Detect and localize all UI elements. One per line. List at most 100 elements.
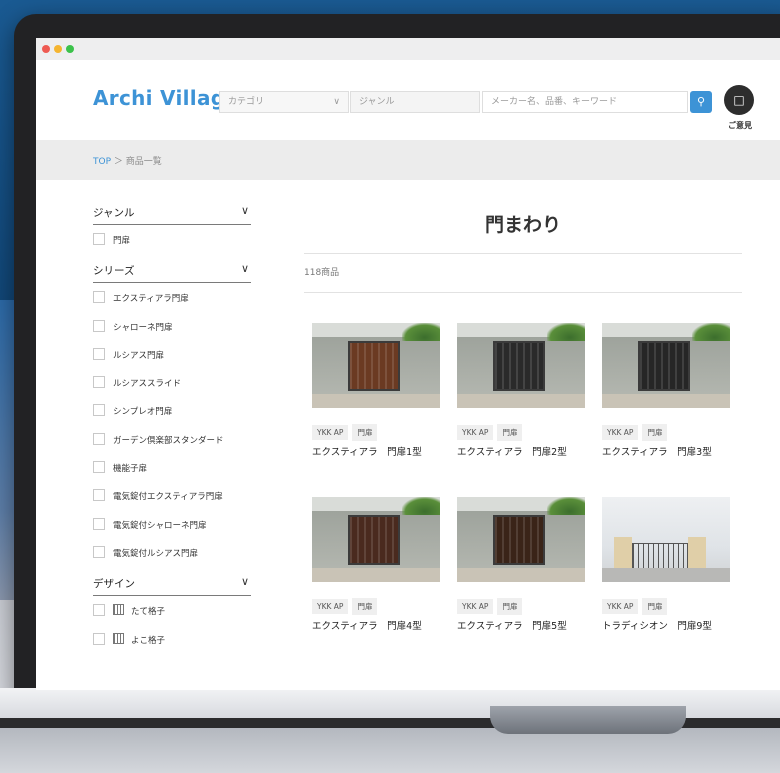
product-card[interactable]: YKK AP 門扉 エクスティアラ 門扉1型 [312,323,440,458]
filter-item[interactable]: 機能子扉 [93,461,251,489]
filter-label: 電気錠付ルシアス門扉 [113,548,199,559]
maximize-window-dot[interactable] [66,45,74,53]
site-header: Archi Village カテゴリ ∨ ジャンル メーカー名、品番、キーワード… [36,60,780,140]
breadcrumb-current: 商品一覧 [125,157,162,167]
product-card[interactable]: YKK AP 門扉 エクスティアラ 門扉2型 [457,323,585,458]
product-image[interactable] [312,497,440,582]
filter-section-genre[interactable]: ジャンル ∨ [93,203,251,225]
gate-graphic [348,341,400,391]
filter-label: 電気錠付シャローネ門扉 [113,520,207,531]
filter-label: たて格子 [131,607,166,618]
filter-item[interactable]: ルシアス門扉 [93,347,251,376]
filter-section-title: シリーズ [93,265,135,278]
gate-graphic [638,341,690,391]
filter-sidebar: ジャンル ∨ 門扉 シリーズ ∨ エクスティアラ門扉 シャローネ門扉 ルシアス門… [93,203,251,661]
filter-item[interactable]: シャローネ門扉 [93,319,251,348]
checkbox[interactable] [93,432,105,445]
checkbox[interactable] [93,233,105,245]
checkbox[interactable] [93,545,105,558]
keyword-input[interactable]: メーカー名、品番、キーワード [482,91,688,113]
chevron-down-icon: ∨ [240,204,249,217]
filter-label: ガーデン倶楽部スタンダード [113,435,224,446]
filter-item[interactable]: ルシアススライド [93,376,251,404]
product-list: 門まわり 118商品 YKK AP 門扉 エクスティアラ 門扉1型 YKK AP… [304,203,742,690]
chat-bubble-icon: □ [733,93,745,107]
filter-label: 機能子扉 [113,464,148,475]
product-name[interactable]: エクスティアラ 門扉5型 [457,618,585,632]
laptop-screen: Archi Village カテゴリ ∨ ジャンル メーカー名、品番、キーワード… [36,38,780,690]
keyword-placeholder: メーカー名、品番、キーワード [491,97,618,107]
maker-tag: YKK AP [312,425,349,440]
genre-tag: 門扉 [352,424,378,441]
filter-label: 門扉 [113,236,131,246]
product-card[interactable]: YKK AP 門扉 エクスティアラ 門扉5型 [457,497,585,632]
filter-section-design[interactable]: デザイン ∨ [93,574,251,597]
checkbox[interactable] [93,632,105,645]
filter-item[interactable]: エクスティアラ門扉 [93,291,251,319]
filter-label: ルシアススライド [113,379,182,390]
filter-item[interactable]: 門扉 [93,233,251,261]
chevron-down-icon: ∨ [333,97,340,107]
horizontal-lattice-icon [113,632,124,644]
product-name[interactable]: エクスティアラ 門扉4型 [312,618,440,632]
filter-item[interactable]: 電気錠付ルシアス門扉 [93,545,251,574]
product-image[interactable] [457,497,585,582]
page-title: 門まわり [484,214,561,236]
filter-label: エクスティアラ門扉 [113,294,189,305]
product-card[interactable]: YKK AP 門扉 エクスティアラ 門扉3型 [602,323,730,458]
product-image[interactable] [602,497,730,582]
close-window-dot[interactable] [42,45,50,53]
laptop-notch [490,706,686,734]
product-card[interactable]: YKK AP 門扉 エクスティアラ 門扉4型 [312,497,440,632]
product-name[interactable]: トラディシオン 門扉9型 [602,618,730,632]
genre-input[interactable]: ジャンル [350,91,480,113]
filter-label: シンプレオ門扉 [113,407,173,418]
filter-item[interactable]: たて格子 [93,604,251,632]
category-select[interactable]: カテゴリ ∨ [219,91,349,113]
checkbox[interactable] [93,404,105,417]
breadcrumb-top-link[interactable]: TOP [93,157,111,167]
maker-tag: YKK AP [602,425,639,440]
filter-label: ルシアス門扉 [113,350,165,361]
breadcrumb-bar: TOP ＞ 商品一覧 [36,140,780,180]
filter-item[interactable]: 電気錠付エクスティアラ門扉 [93,489,251,517]
gate-graphic [493,341,545,391]
filter-label: シャローネ門扉 [113,322,173,333]
product-name[interactable]: エクスティアラ 門扉1型 [312,444,440,458]
checkbox[interactable] [93,517,105,530]
filter-label: 電気錠付エクスティアラ門扉 [113,492,223,503]
genre-tag: 門扉 [497,598,523,615]
genre-tag: 門扉 [642,598,668,615]
gate-graphic [493,515,545,565]
checkbox[interactable] [93,604,105,617]
genre-tag: 門扉 [352,598,378,615]
breadcrumb: TOP ＞ 商品一覧 [93,154,162,167]
filter-item[interactable]: 電気錠付シャローネ門扉 [93,517,251,546]
product-card[interactable]: YKK AP 門扉 トラディシオン 門扉9型 [602,497,730,632]
product-name[interactable]: エクスティアラ 門扉3型 [602,444,730,458]
checkbox[interactable] [93,489,105,502]
opinion-button[interactable]: □ [724,85,754,115]
product-image[interactable] [602,323,730,408]
checkbox[interactable] [93,461,105,474]
filter-item[interactable]: よこ格子 [93,632,251,661]
filter-section-series[interactable]: シリーズ ∨ [93,261,251,284]
checkbox[interactable] [93,291,105,304]
product-image[interactable] [312,323,440,408]
filter-item[interactable]: ガーデン倶楽部スタンダード [93,432,251,461]
checkbox[interactable] [93,347,105,360]
product-image[interactable] [457,323,585,408]
category-placeholder: カテゴリ [228,97,265,107]
product-name[interactable]: エクスティアラ 門扉2型 [457,444,585,458]
minimize-window-dot[interactable] [54,45,62,53]
checkbox[interactable] [93,376,105,389]
checkbox[interactable] [93,319,105,332]
site-logo[interactable]: Archi Village [93,86,239,110]
gate-graphic [348,515,400,565]
filter-item[interactable]: シンプレオ門扉 [93,404,251,432]
maker-tag: YKK AP [457,599,494,614]
filter-section-title: デザイン [93,578,135,591]
result-count: 118商品 [304,268,340,278]
genre-placeholder: ジャンル [359,97,395,107]
search-button[interactable]: ⚲ [690,91,712,113]
